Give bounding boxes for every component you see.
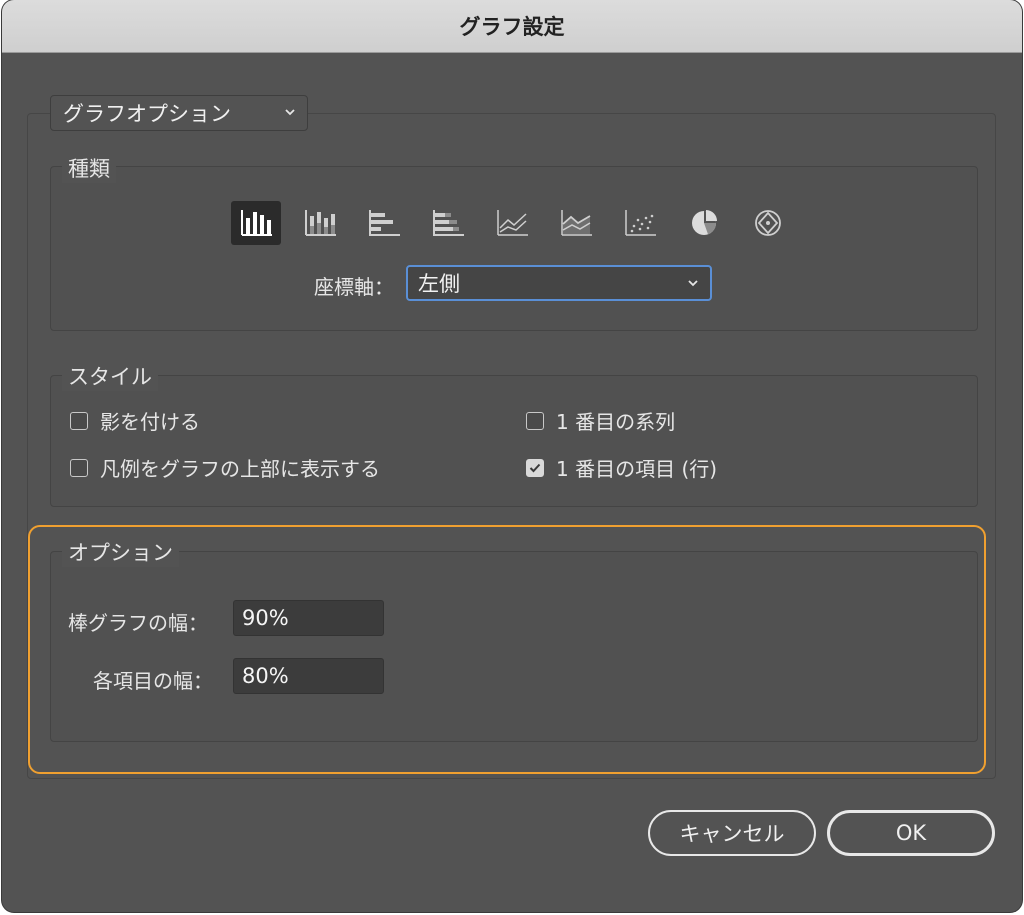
graph-settings-dialog: グラフ設定 グラフオプション 種類 座標軸： 左側 スタイル 影を付ける 凡例を… [2,0,1022,912]
area-chart-button[interactable] [551,201,601,245]
stacked-column-chart-icon [305,210,336,236]
checkbox-box[interactable] [526,411,544,430]
chevron-down-icon [285,109,295,116]
item-width-value: 80% [242,664,289,688]
checkbox-box-checked[interactable] [526,458,544,477]
drop-shadow-checkbox[interactable]: 影を付ける [70,406,200,435]
pie-chart-icon [692,210,717,235]
first-series-checkbox[interactable]: 1 番目の系列 [526,406,675,435]
window-title: グラフ設定 [459,15,565,39]
title-bar: グラフ設定 [2,0,1022,53]
column-chart-icon [241,210,272,236]
type-group [50,166,978,331]
column-chart-button[interactable] [231,201,281,245]
scatter-chart-icon [625,210,656,236]
item-width-input[interactable]: 80% [233,658,384,694]
pie-chart-button[interactable] [679,201,729,245]
axis-label: 座標軸： [314,275,394,299]
radar-chart-button[interactable] [743,201,793,245]
style-group [50,375,978,507]
stacked-column-chart-button[interactable] [295,201,345,245]
ok-button-label: OK [895,821,927,845]
ok-button[interactable]: OK [827,810,995,856]
checkbox-box[interactable] [70,458,88,477]
cancel-button[interactable]: キャンセル [648,810,816,856]
checkbox-label: 1 番目の系列 [556,410,676,434]
bar-width-input[interactable]: 90% [233,600,384,636]
section-dropdown[interactable]: グラフオプション [50,95,308,131]
section-dropdown-value: グラフオプション [63,102,231,126]
checkmark-icon [529,463,541,472]
checkbox-label: 凡例をグラフの上部に表示する [100,457,380,481]
checkbox-label: 影を付ける [100,410,200,434]
line-chart-button[interactable] [487,201,537,245]
checkbox-label: 1 番目の項目 (行) [556,457,718,481]
checkbox-box[interactable] [70,411,88,430]
bar-width-value: 90% [242,606,289,630]
bar-chart-icon [369,210,400,236]
bar-width-label: 棒グラフの幅： [68,611,208,635]
style-group-label: スタイル [62,361,158,391]
radar-chart-icon [755,210,781,236]
bar-chart-button[interactable] [359,201,409,245]
stacked-bar-chart-icon [433,210,464,236]
area-chart-icon [561,210,592,236]
axis-select[interactable]: 左側 [406,265,712,301]
scatter-chart-button[interactable] [615,201,665,245]
options-highlight-outline [28,525,986,774]
axis-select-value: 左側 [418,272,460,296]
item-width-label: 各項目の幅： [93,669,213,693]
line-chart-icon [497,210,528,236]
cancel-button-label: キャンセル [679,822,785,846]
stacked-bar-chart-button[interactable] [423,201,473,245]
legend-on-top-checkbox[interactable]: 凡例をグラフの上部に表示する [70,453,380,482]
chevron-down-icon [688,280,698,287]
type-group-label: 種類 [62,153,116,183]
first-item-checkbox[interactable]: 1 番目の項目 (行) [526,453,717,482]
